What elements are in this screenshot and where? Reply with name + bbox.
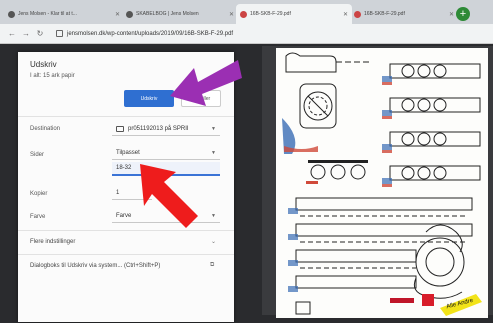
- purple-arrow-annotation: [170, 60, 242, 106]
- destination-label: Destination: [30, 126, 61, 132]
- color-value: Farve: [116, 212, 132, 219]
- forward-icon[interactable]: →: [22, 29, 30, 38]
- open-external-icon[interactable]: ⧉: [210, 262, 214, 269]
- pages-select[interactable]: Tilpasset ▼: [112, 146, 220, 160]
- chevron-down-icon: ▼: [211, 149, 216, 156]
- print-preview: Alle Andre: [262, 46, 493, 318]
- preview-page: Alle Andre: [276, 48, 488, 318]
- worksheet-drawing: Alle Andre: [282, 52, 482, 316]
- chevron-down-icon[interactable]: ⌄: [211, 238, 216, 245]
- address-bar: ← → ↻ jensmolsen.dk/wp-content/uploads/2…: [0, 24, 493, 44]
- close-icon[interactable]: ✕: [343, 11, 348, 18]
- close-icon[interactable]: ✕: [229, 11, 234, 18]
- pages-value: Tilpasset: [116, 149, 140, 156]
- destination-value: pr051192013 på SPRII: [128, 125, 189, 132]
- divider: [18, 116, 234, 117]
- url-text: jensmolsen.dk/wp-content/uploads/2019/09…: [67, 30, 234, 37]
- divider: [18, 254, 234, 255]
- tab-title: 16B-SKB-F-29.pdf: [364, 11, 405, 17]
- chevron-down-icon: ▼: [211, 125, 216, 132]
- chevron-down-icon: ▼: [211, 212, 216, 219]
- copies-label: Kopier: [30, 191, 48, 197]
- page-range-value: 18-32: [116, 165, 132, 171]
- printer-icon: [116, 125, 124, 132]
- pdf-icon: [240, 10, 247, 18]
- lock-icon: [56, 30, 63, 37]
- destination-select[interactable]: pr051192013 på SPRII ▼: [112, 122, 220, 136]
- tab-skabelbog[interactable]: SKABELBOG | Jens Molsen ✕: [122, 4, 238, 24]
- new-tab-button[interactable]: +: [456, 7, 470, 21]
- system-dialog-link[interactable]: Dialogboks til Udskriv via system... (Ct…: [30, 263, 160, 269]
- divider: [18, 230, 234, 231]
- more-settings-toggle[interactable]: Flere indstillinger: [30, 239, 75, 245]
- close-icon[interactable]: ✕: [449, 11, 454, 18]
- red-arrow-annotation: [140, 164, 198, 228]
- tab-pdf-active[interactable]: 16B-SKB-F-29.pdf ✕: [236, 4, 352, 24]
- tab-title: Jens Molsen - Klar til at t...: [18, 11, 77, 17]
- print-button[interactable]: Udskriv: [124, 90, 174, 107]
- globe-icon: [8, 10, 15, 18]
- back-icon[interactable]: ←: [8, 29, 16, 38]
- print-title: Udskriv: [30, 60, 57, 69]
- globe-icon: [126, 10, 133, 18]
- tab-pdf[interactable]: 16B-SKB-F-29.pdf ✕: [350, 4, 458, 24]
- tab-title: SKABELBOG | Jens Molsen: [136, 11, 199, 17]
- url-field[interactable]: jensmolsen.dk/wp-content/uploads/2019/09…: [56, 30, 233, 37]
- tab-bar: Jens Molsen - Klar til at t... ✕ SKABELB…: [0, 0, 493, 24]
- tab-jens-molsen[interactable]: Jens Molsen - Klar til at t... ✕: [4, 4, 124, 24]
- sheet-count: I alt: 15 ark papir: [30, 73, 75, 79]
- pages-label: Sider: [30, 152, 45, 158]
- pdf-icon: [354, 10, 361, 18]
- reload-icon[interactable]: ↻: [36, 29, 44, 38]
- tab-title: 16B-SKB-F-29.pdf: [250, 11, 291, 17]
- close-icon[interactable]: ✕: [115, 11, 120, 18]
- copies-value: 1: [116, 189, 120, 196]
- color-label: Farve: [30, 214, 46, 220]
